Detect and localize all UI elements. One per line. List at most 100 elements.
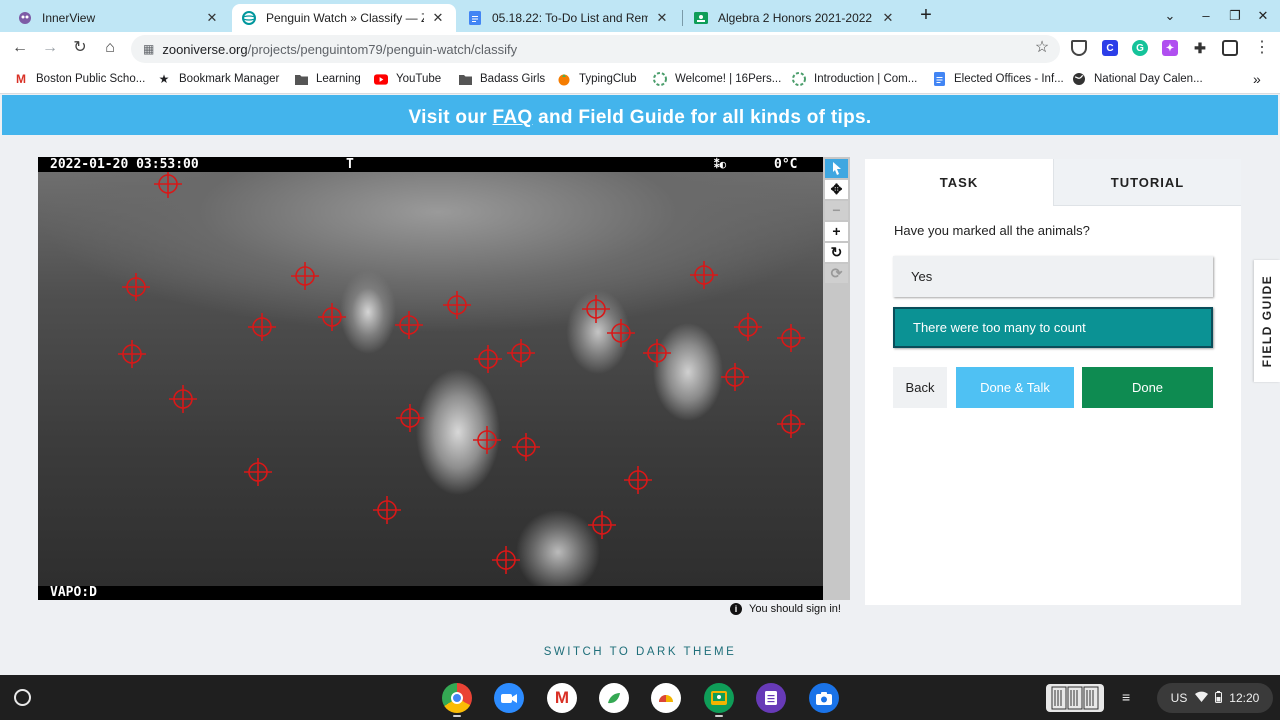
kebab-menu-icon[interactable]: ⋮ xyxy=(1252,38,1272,58)
bookmark-item[interactable]: Learning xyxy=(294,71,361,87)
tab-task[interactable]: TASK xyxy=(865,159,1053,206)
penguin-mark[interactable] xyxy=(474,345,502,373)
extensions-puzzle-icon[interactable]: ✚ xyxy=(1192,40,1208,56)
holding-space-thumbnails-icon[interactable] xyxy=(1046,684,1104,712)
forward-arrow-icon[interactable]: → xyxy=(40,38,60,58)
more-bookmarks-chevron-icon[interactable]: » xyxy=(1253,71,1261,87)
penguin-mark[interactable] xyxy=(624,466,652,494)
bookmark-item[interactable]: Introduction | Com... xyxy=(792,71,917,87)
bookmark-item[interactable]: M Boston Public Scho... xyxy=(14,71,145,87)
penguin-mark[interactable] xyxy=(396,404,424,432)
bookmark-item[interactable]: Badass Girls xyxy=(458,71,545,87)
penguin-mark[interactable] xyxy=(373,496,401,524)
bookmark-item[interactable]: TypingClub xyxy=(557,71,637,87)
tab-penguin-watch[interactable]: Penguin Watch » Classify — Zooniverse ✕ xyxy=(232,4,456,32)
penguin-mark[interactable] xyxy=(777,324,805,352)
c-extension-icon[interactable]: C xyxy=(1102,40,1118,56)
bookmark-item[interactable]: ★ Bookmark Manager xyxy=(157,71,280,87)
tab-algebra[interactable]: Algebra 2 Honors 2021-2022 47 ✕ xyxy=(684,4,906,32)
back-arrow-icon[interactable]: ← xyxy=(10,38,30,58)
tab-tutorial[interactable]: TUTORIAL xyxy=(1053,159,1241,206)
penguin-mark[interactable] xyxy=(507,339,535,367)
penguin-mark[interactable] xyxy=(582,295,610,323)
penguin-colony-photo[interactable] xyxy=(38,172,823,586)
bookmark-item[interactable]: Welcome! | 16Pers... xyxy=(653,71,781,87)
penguin-mark[interactable] xyxy=(318,303,346,331)
zoom-in-icon[interactable]: + xyxy=(825,222,848,241)
restore-icon[interactable]: ❐ xyxy=(1225,6,1245,26)
zoom-app-icon[interactable] xyxy=(494,683,524,713)
penguin-mark[interactable] xyxy=(169,385,197,413)
rotate-icon[interactable]: ↻ xyxy=(825,243,848,262)
site-info-icon[interactable]: ▦ xyxy=(143,42,154,56)
done-button[interactable]: Done xyxy=(1082,367,1213,408)
penguin-mark[interactable] xyxy=(122,273,150,301)
tab-close-icon[interactable]: ✕ xyxy=(654,10,670,26)
reload-icon[interactable]: ↻ xyxy=(70,38,90,58)
new-tab-plus-icon[interactable]: + xyxy=(916,5,936,26)
penguin-mark[interactable] xyxy=(777,410,805,438)
penguin-mark[interactable] xyxy=(721,363,749,391)
back-button[interactable]: Back xyxy=(893,367,947,408)
penguin-mark[interactable] xyxy=(118,340,146,368)
tab-close-icon[interactable]: ✕ xyxy=(204,10,220,26)
chrome-app-icon[interactable] xyxy=(442,683,472,713)
pointer-icon[interactable] xyxy=(825,159,848,178)
tab-close-icon[interactable]: ✕ xyxy=(880,10,896,26)
penguin-mark[interactable] xyxy=(734,313,762,341)
classroom-app-icon[interactable] xyxy=(599,683,629,713)
home-icon[interactable]: ⌂ xyxy=(100,38,120,58)
penguin-mark[interactable] xyxy=(291,262,319,290)
os-shelf: M ≡ US 12:20 xyxy=(0,675,1280,720)
system-tray[interactable]: US 12:20 xyxy=(1157,683,1273,713)
tab-close-icon[interactable]: ✕ xyxy=(430,10,446,26)
penguin-mark[interactable] xyxy=(643,339,671,367)
zoom-out-icon[interactable]: − xyxy=(825,201,848,220)
penguin-mark[interactable] xyxy=(443,291,471,319)
field-guide-tab[interactable]: FIELD GUIDE xyxy=(1254,260,1280,382)
done-and-talk-button[interactable]: Done & Talk xyxy=(956,367,1074,408)
bookmark-star-icon[interactable]: ☆ xyxy=(1032,38,1052,58)
penguin-mark[interactable] xyxy=(588,511,616,539)
folder-icon xyxy=(294,72,308,86)
penguin-mark[interactable] xyxy=(607,319,635,347)
camera-app-icon[interactable] xyxy=(809,683,839,713)
penguin-mark[interactable] xyxy=(473,426,501,454)
bookmark-item[interactable]: National Day Calen... xyxy=(1072,71,1203,87)
shield-extension-icon[interactable] xyxy=(1071,40,1087,56)
faq-link[interactable]: FAQ xyxy=(493,107,533,128)
bookmark-item[interactable]: YouTube xyxy=(374,71,441,87)
move-icon[interactable]: ✥ xyxy=(825,180,848,199)
reset-icon[interactable]: ⟳ xyxy=(825,264,848,283)
media-controls-icon[interactable]: ≡ xyxy=(1122,689,1138,705)
tab-search-chevron-icon[interactable]: ⌄ xyxy=(1160,6,1180,26)
penguin-mark[interactable] xyxy=(492,546,520,574)
answer-yes[interactable]: Yes xyxy=(893,256,1213,297)
minimize-icon[interactable]: – xyxy=(1196,6,1216,26)
tab-innerview[interactable]: InnerView ✕ xyxy=(8,4,230,32)
answer-too-many[interactable]: There were too many to count xyxy=(893,307,1213,348)
grammarly-icon[interactable]: G xyxy=(1132,40,1148,56)
address-bar[interactable]: ▦ zooniverse.org/projects/penguintom79/p… xyxy=(131,35,1060,63)
penguin-mark[interactable] xyxy=(690,261,718,289)
subject-image-viewer[interactable]: 2022-01-20 03:53:00 T ⁑◐ 0°C VAPO:D xyxy=(38,157,823,600)
url-host: zooniverse.org xyxy=(162,41,248,57)
sign-in-text: You should sign in! xyxy=(749,603,841,615)
penguin-mark[interactable] xyxy=(244,458,272,486)
bookmark-item[interactable]: Elected Offices - Inf... xyxy=(932,71,1064,87)
penguin-mark[interactable] xyxy=(154,172,182,198)
bookmark-label: National Day Calen... xyxy=(1094,73,1203,85)
launcher-icon[interactable] xyxy=(14,689,31,706)
gmail-app-icon[interactable]: M xyxy=(547,683,577,713)
penguin-mark[interactable] xyxy=(512,433,540,461)
drawings-app-icon[interactable] xyxy=(651,683,681,713)
puzzle-extension-purple-icon[interactable]: ✦ xyxy=(1162,40,1178,56)
side-panel-icon[interactable] xyxy=(1222,40,1238,56)
google-classroom-app-icon[interactable] xyxy=(704,683,734,713)
penguin-mark[interactable] xyxy=(248,313,276,341)
penguin-mark[interactable] xyxy=(395,311,423,339)
tab-todo-list[interactable]: 05.18.22: To-Do List and Reminders ✕ xyxy=(458,4,680,32)
switch-dark-theme-link[interactable]: SWITCH TO DARK THEME xyxy=(0,646,1280,658)
forms-app-icon[interactable] xyxy=(756,683,786,713)
close-window-icon[interactable]: ✕ xyxy=(1253,6,1273,26)
